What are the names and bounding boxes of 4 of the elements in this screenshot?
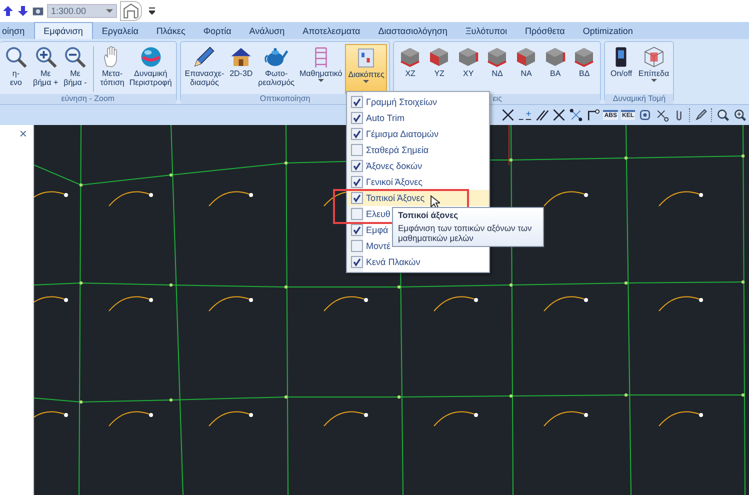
group-label: Δυναμική Τομή [605, 94, 674, 104]
group-label: εύνηση - Zoom [0, 94, 176, 104]
tooltip-text: Εμφάνιση των τοπικών αξόνων των μαθηματικών μελών [398, 223, 533, 243]
tooltip-title: Τοπικοί άξονες [398, 210, 460, 220]
